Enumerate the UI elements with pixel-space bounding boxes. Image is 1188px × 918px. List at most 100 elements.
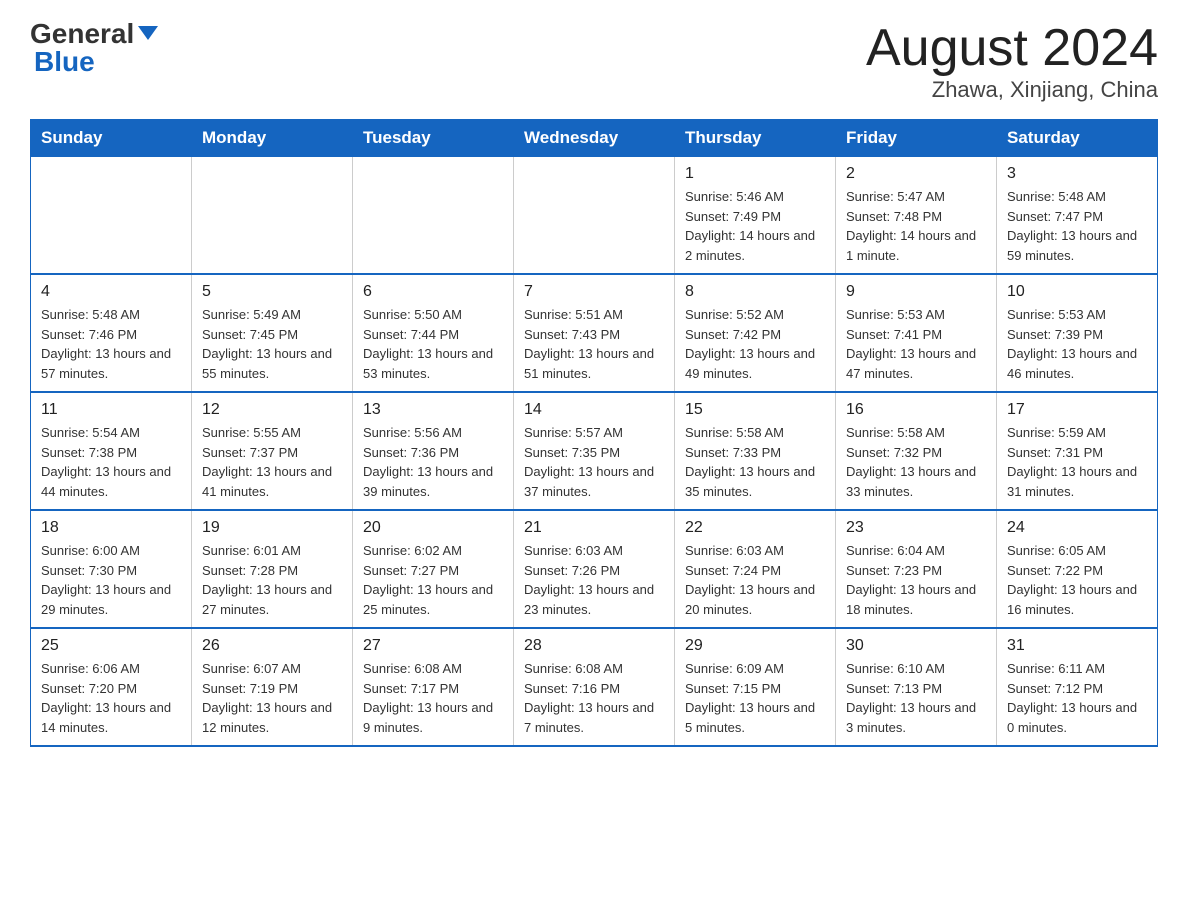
title-block: August 2024 Zhawa, Xinjiang, China <box>866 20 1158 103</box>
day-info: Sunrise: 5:51 AM Sunset: 7:43 PM Dayligh… <box>524 305 664 383</box>
day-number: 27 <box>363 637 503 655</box>
calendar-cell: 13Sunrise: 5:56 AM Sunset: 7:36 PM Dayli… <box>353 392 514 510</box>
day-info: Sunrise: 6:03 AM Sunset: 7:24 PM Dayligh… <box>685 541 825 619</box>
day-number: 6 <box>363 283 503 301</box>
day-number: 30 <box>846 637 986 655</box>
calendar-cell: 26Sunrise: 6:07 AM Sunset: 7:19 PM Dayli… <box>192 628 353 746</box>
calendar-cell: 6 Sunrise: 5:50 AM Sunset: 7:44 PM Daylig… <box>353 274 514 392</box>
day-number: 1 <box>685 165 825 183</box>
calendar-cell: 15 Sunrise: 5:58 AM Sunset: 7:33 PM Dayli… <box>675 392 836 510</box>
page-header: General Blue August 2024 Zhawa, Xinjiang… <box>30 20 1158 103</box>
day-info: Sunrise: 5:48 AM Sunset: 7:46 PM Dayligh… <box>41 305 181 383</box>
calendar-cell <box>192 157 353 275</box>
calendar-cell <box>353 157 514 275</box>
calendar-cell: 3 Sunrise: 5:48 AM Sunset: 7:47 PM Daylig… <box>997 157 1158 275</box>
calendar-cell: 19Sunrise: 6:01 AM Sunset: 7:28 PM Dayli… <box>192 510 353 628</box>
calendar-cell: 2Sunrise: 5:47 AM Sunset: 7:48 PM Daylig… <box>836 157 997 275</box>
calendar-cell: 31 Sunrise: 6:11 AM Sunset: 7:12 PM Dayli… <box>997 628 1158 746</box>
day-number: 5 <box>202 283 342 301</box>
day-info: Sunrise: 6:08 AM Sunset: 7:17 PM Dayligh… <box>363 659 503 737</box>
col-tuesday: Tuesday <box>353 120 514 157</box>
calendar-cell: 5 Sunrise: 5:49 AM Sunset: 7:45 PM Daylig… <box>192 274 353 392</box>
calendar-cell: 27 Sunrise: 6:08 AM Sunset: 7:17 PM Dayli… <box>353 628 514 746</box>
day-number: 12 <box>202 401 342 419</box>
col-monday: Monday <box>192 120 353 157</box>
calendar-row-3: 11 Sunrise: 5:54 AM Sunset: 7:38 PM Dayli… <box>31 392 1158 510</box>
day-number: 19 <box>202 519 342 537</box>
col-wednesday: Wednesday <box>514 120 675 157</box>
day-info: Sunrise: 6:08 AM Sunset: 7:16 PM Dayligh… <box>524 659 664 737</box>
calendar-cell: 1Sunrise: 5:46 AM Sunset: 7:49 PM Daylig… <box>675 157 836 275</box>
day-number: 7 <box>524 283 664 301</box>
day-number: 13 <box>363 401 503 419</box>
calendar-cell: 28 Sunrise: 6:08 AM Sunset: 7:16 PM Dayli… <box>514 628 675 746</box>
day-number: 24 <box>1007 519 1147 537</box>
calendar-cell: 11 Sunrise: 5:54 AM Sunset: 7:38 PM Dayli… <box>31 392 192 510</box>
calendar-cell: 30 Sunrise: 6:10 AM Sunset: 7:13 PM Dayli… <box>836 628 997 746</box>
calendar-cell <box>514 157 675 275</box>
day-number: 3 <box>1007 165 1147 183</box>
day-number: 10 <box>1007 283 1147 301</box>
day-info: Sunrise: 6:09 AM Sunset: 7:15 PM Dayligh… <box>685 659 825 737</box>
day-number: 11 <box>41 401 181 419</box>
calendar-row-1: 1Sunrise: 5:46 AM Sunset: 7:49 PM Daylig… <box>31 157 1158 275</box>
month-title: August 2024 <box>866 20 1158 77</box>
day-info: Sunrise: 5:50 AM Sunset: 7:44 PM Dayligh… <box>363 305 503 383</box>
calendar-table: Sunday Monday Tuesday Wednesday Thursday… <box>30 119 1158 747</box>
calendar-cell: 22 Sunrise: 6:03 AM Sunset: 7:24 PM Dayli… <box>675 510 836 628</box>
calendar-cell: 9 Sunrise: 5:53 AM Sunset: 7:41 PM Daylig… <box>836 274 997 392</box>
day-number: 31 <box>1007 637 1147 655</box>
calendar-cell: 23Sunrise: 6:04 AM Sunset: 7:23 PM Dayli… <box>836 510 997 628</box>
day-number: 21 <box>524 519 664 537</box>
calendar-cell: 10 Sunrise: 5:53 AM Sunset: 7:39 PM Dayli… <box>997 274 1158 392</box>
day-info: Sunrise: 5:58 AM Sunset: 7:33 PM Dayligh… <box>685 423 825 501</box>
calendar-cell: 8Sunrise: 5:52 AM Sunset: 7:42 PM Daylig… <box>675 274 836 392</box>
day-info: Sunrise: 5:53 AM Sunset: 7:41 PM Dayligh… <box>846 305 986 383</box>
day-number: 16 <box>846 401 986 419</box>
calendar-cell: 29 Sunrise: 6:09 AM Sunset: 7:15 PM Dayli… <box>675 628 836 746</box>
logo-blue: Blue <box>34 46 95 77</box>
day-number: 20 <box>363 519 503 537</box>
day-info: Sunrise: 6:04 AM Sunset: 7:23 PM Dayligh… <box>846 541 986 619</box>
day-number: 22 <box>685 519 825 537</box>
day-info: Sunrise: 5:48 AM Sunset: 7:47 PM Dayligh… <box>1007 187 1147 265</box>
calendar-cell <box>31 157 192 275</box>
day-info: Sunrise: 5:52 AM Sunset: 7:42 PM Dayligh… <box>685 305 825 383</box>
day-number: 25 <box>41 637 181 655</box>
day-number: 18 <box>41 519 181 537</box>
day-number: 2 <box>846 165 986 183</box>
logo: General Blue <box>30 20 158 76</box>
day-info: Sunrise: 5:49 AM Sunset: 7:45 PM Dayligh… <box>202 305 342 383</box>
calendar-cell: 17Sunrise: 5:59 AM Sunset: 7:31 PM Dayli… <box>997 392 1158 510</box>
day-info: Sunrise: 5:54 AM Sunset: 7:38 PM Dayligh… <box>41 423 181 501</box>
day-info: Sunrise: 5:59 AM Sunset: 7:31 PM Dayligh… <box>1007 423 1147 501</box>
day-number: 9 <box>846 283 986 301</box>
calendar-row-4: 18Sunrise: 6:00 AM Sunset: 7:30 PM Dayli… <box>31 510 1158 628</box>
calendar-cell: 24 Sunrise: 6:05 AM Sunset: 7:22 PM Dayli… <box>997 510 1158 628</box>
calendar-row-2: 4Sunrise: 5:48 AM Sunset: 7:46 PM Daylig… <box>31 274 1158 392</box>
day-info: Sunrise: 6:11 AM Sunset: 7:12 PM Dayligh… <box>1007 659 1147 737</box>
day-info: Sunrise: 6:03 AM Sunset: 7:26 PM Dayligh… <box>524 541 664 619</box>
day-number: 29 <box>685 637 825 655</box>
day-info: Sunrise: 6:05 AM Sunset: 7:22 PM Dayligh… <box>1007 541 1147 619</box>
day-info: Sunrise: 6:07 AM Sunset: 7:19 PM Dayligh… <box>202 659 342 737</box>
day-info: Sunrise: 6:02 AM Sunset: 7:27 PM Dayligh… <box>363 541 503 619</box>
day-number: 15 <box>685 401 825 419</box>
calendar-row-5: 25 Sunrise: 6:06 AM Sunset: 7:20 PM Dayli… <box>31 628 1158 746</box>
calendar-cell: 12 Sunrise: 5:55 AM Sunset: 7:37 PM Dayli… <box>192 392 353 510</box>
col-sunday: Sunday <box>31 120 192 157</box>
day-info: Sunrise: 5:55 AM Sunset: 7:37 PM Dayligh… <box>202 423 342 501</box>
day-info: Sunrise: 5:57 AM Sunset: 7:35 PM Dayligh… <box>524 423 664 501</box>
calendar-header-row: Sunday Monday Tuesday Wednesday Thursday… <box>31 120 1158 157</box>
day-info: Sunrise: 5:53 AM Sunset: 7:39 PM Dayligh… <box>1007 305 1147 383</box>
day-info: Sunrise: 6:06 AM Sunset: 7:20 PM Dayligh… <box>41 659 181 737</box>
day-number: 28 <box>524 637 664 655</box>
calendar-cell: 16Sunrise: 5:58 AM Sunset: 7:32 PM Dayli… <box>836 392 997 510</box>
col-thursday: Thursday <box>675 120 836 157</box>
calendar-cell: 21 Sunrise: 6:03 AM Sunset: 7:26 PM Dayli… <box>514 510 675 628</box>
location-title: Zhawa, Xinjiang, China <box>866 77 1158 103</box>
day-info: Sunrise: 6:10 AM Sunset: 7:13 PM Dayligh… <box>846 659 986 737</box>
logo-general: General <box>30 20 134 48</box>
col-saturday: Saturday <box>997 120 1158 157</box>
calendar-cell: 7 Sunrise: 5:51 AM Sunset: 7:43 PM Daylig… <box>514 274 675 392</box>
